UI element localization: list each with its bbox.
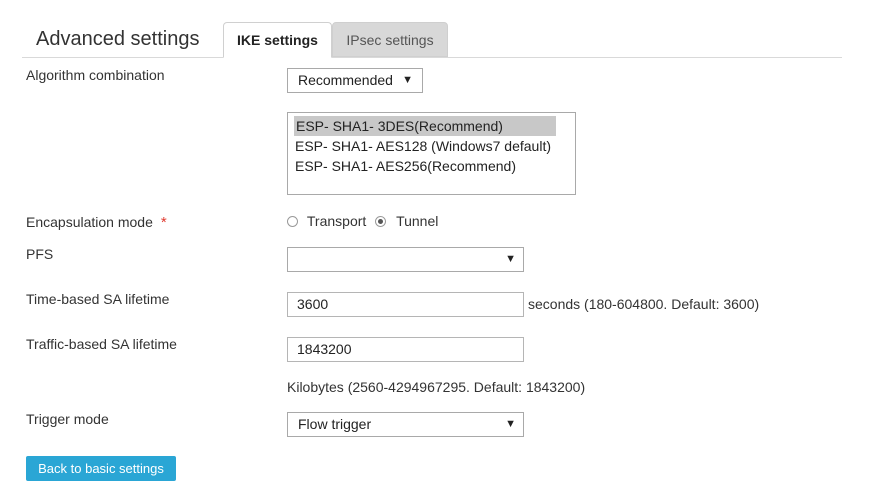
encapsulation-mode-options: Transport Tunnel bbox=[287, 213, 438, 229]
required-marker: * bbox=[160, 214, 167, 231]
traffic-sa-lifetime-label: Traffic-based SA lifetime bbox=[26, 336, 177, 352]
algorithm-option[interactable]: ESP- SHA1- AES128 (Windows7 default) bbox=[288, 136, 565, 156]
trigger-mode-value: Flow trigger bbox=[298, 416, 372, 432]
back-to-basic-settings-button[interactable]: Back to basic settings bbox=[26, 456, 176, 481]
tab-ipsec-settings[interactable]: IPsec settings bbox=[332, 22, 448, 57]
traffic-sa-lifetime-hint: Kilobytes (2560-4294967295. Default: 184… bbox=[287, 379, 586, 395]
chevron-down-icon: ▼ bbox=[505, 253, 516, 265]
transport-radio[interactable] bbox=[287, 216, 298, 227]
pfs-select[interactable]: ▼ bbox=[287, 247, 524, 272]
algorithm-list[interactable]: ESP- SHA1- 3DES(Recommend) ESP- SHA1- AE… bbox=[287, 112, 576, 195]
encapsulation-mode-label: Encapsulation mode * bbox=[26, 214, 167, 231]
algorithm-combination-select[interactable]: Recommended ▼ bbox=[287, 68, 423, 93]
trigger-mode-select[interactable]: Flow trigger ▼ bbox=[287, 412, 524, 437]
transport-label: Transport bbox=[306, 213, 367, 229]
algorithm-option[interactable]: ESP- SHA1- AES256(Recommend) bbox=[288, 156, 565, 176]
trigger-mode-label: Trigger mode bbox=[26, 411, 109, 427]
algorithm-combination-label: Algorithm combination bbox=[26, 67, 165, 83]
encapsulation-mode-label-text: Encapsulation mode bbox=[26, 214, 153, 230]
pfs-label: PFS bbox=[26, 246, 54, 262]
traffic-sa-lifetime-input[interactable]: 1843200 bbox=[287, 337, 524, 362]
chevron-down-icon: ▼ bbox=[402, 74, 413, 86]
page-title: Advanced settings bbox=[36, 28, 200, 50]
time-sa-lifetime-input[interactable]: 3600 bbox=[287, 292, 524, 317]
algorithm-combination-value: Recommended bbox=[298, 72, 393, 88]
chevron-down-icon: ▼ bbox=[505, 418, 516, 430]
time-sa-lifetime-label: Time-based SA lifetime bbox=[26, 291, 170, 307]
tab-ike-settings[interactable]: IKE settings bbox=[223, 22, 332, 58]
algorithm-option[interactable]: ESP- SHA1- 3DES(Recommend) bbox=[294, 116, 556, 136]
time-sa-lifetime-hint: seconds (180-604800. Default: 3600) bbox=[528, 296, 760, 312]
tunnel-radio[interactable] bbox=[375, 216, 387, 227]
tunnel-label: Tunnel bbox=[396, 213, 439, 229]
